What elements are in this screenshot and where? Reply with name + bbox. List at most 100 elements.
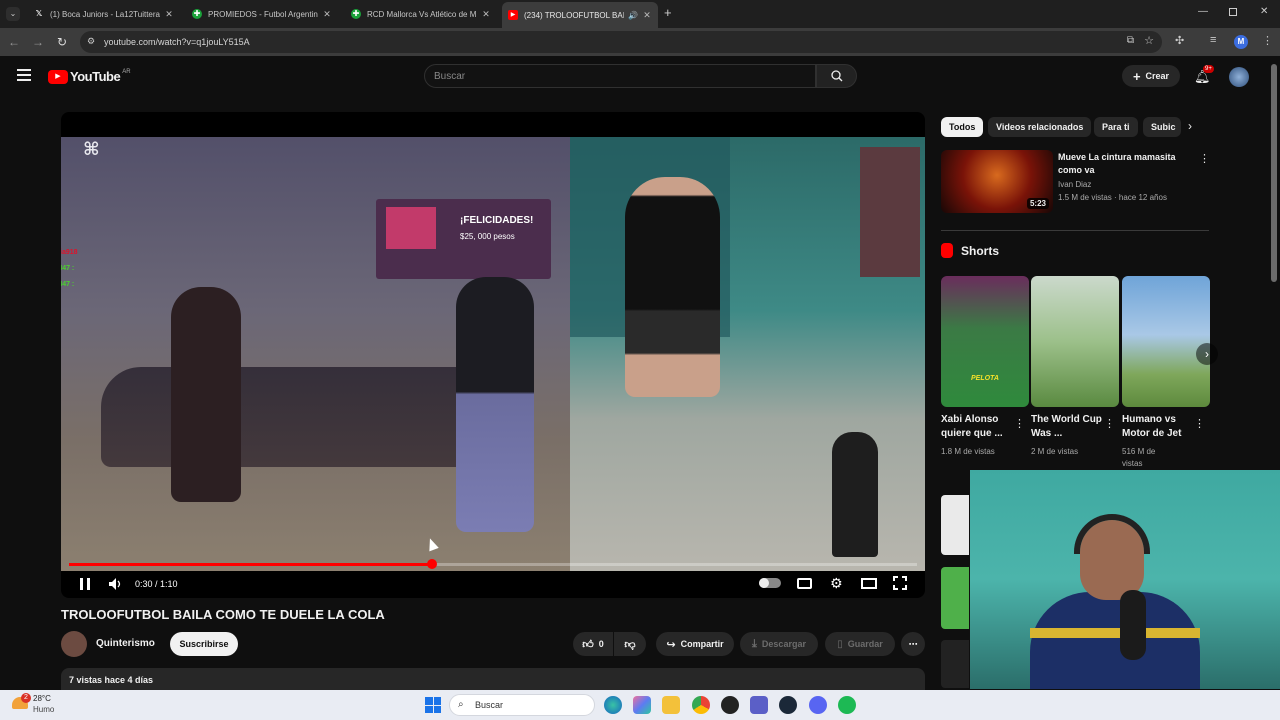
recommended-channel[interactable]: Ivan Diaz <box>1058 179 1091 191</box>
sidebar-thumb-partial[interactable] <box>941 640 969 688</box>
short-title[interactable]: Humano vs Motor de Jet <box>1122 413 1194 441</box>
shorts-next-icon[interactable]: › <box>1196 343 1218 365</box>
chat-user: Angel_ATN47 : <box>61 281 75 288</box>
recommended-title[interactable]: Mueve La cintura mamasita como va <box>1058 151 1193 177</box>
short-views: 516 M de vistas <box>1122 447 1156 468</box>
page-scrollbar[interactable] <box>1271 64 1277 282</box>
close-tab-icon[interactable]: ✕ <box>481 9 491 20</box>
short-title[interactable]: Xabi Alonso quiere que ... <box>941 413 1013 441</box>
more-vert-icon[interactable]: ⋮ <box>1104 417 1115 430</box>
more-vert-icon[interactable]: ⋮ <box>1014 417 1025 430</box>
share-button[interactable]: ↪ Compartir <box>656 632 734 656</box>
chrome-icon[interactable] <box>692 696 710 714</box>
dancer-man <box>625 177 720 397</box>
video-right-panel <box>570 137 925 571</box>
dislike-button[interactable]: 👎︎ <box>614 632 646 656</box>
reading-list-icon[interactable]: ≡ <box>1210 34 1216 46</box>
tab-promiedos[interactable]: ✚ PROMIEDOS - Futbol Argentino ✕ <box>186 4 338 24</box>
volume-icon <box>109 578 121 590</box>
windows-start-icon[interactable] <box>425 697 441 713</box>
subtitles-button[interactable] <box>797 574 812 592</box>
file-explorer-icon[interactable] <box>662 696 680 714</box>
sidebar-thumb-partial[interactable] <box>941 495 969 555</box>
install-app-icon[interactable]: ⧉ <box>1127 35 1134 46</box>
chevron-right-icon[interactable]: › <box>1188 119 1192 133</box>
poster-amount: $25, 000 pesos <box>460 232 515 241</box>
back-icon[interactable]: ← <box>7 35 21 49</box>
tab-youtube-active[interactable]: ▶ (234) TROLOOFUTBOL BAIL 🔊 ✕ <box>502 2 658 28</box>
hamburger-menu-icon[interactable] <box>17 69 31 81</box>
account-avatar[interactable] <box>1229 67 1249 87</box>
notifications-button[interactable]: 🔔︎ 9+ <box>1194 65 1214 86</box>
search-button[interactable] <box>816 64 857 88</box>
sidebar-thumb-partial[interactable] <box>941 567 969 629</box>
chip-para-ti[interactable]: Para ti <box>1094 117 1138 137</box>
bookmark-star-icon[interactable]: ☆ <box>1144 34 1154 47</box>
autoplay-toggle[interactable] <box>759 578 781 588</box>
taskbar-search[interactable]: ⌕ Buscar <box>449 694 595 716</box>
video-player[interactable]: ⌘ ¡FELICIDADES! $25, 000 pesos Quintanre… <box>61 112 925 598</box>
new-tab-icon[interactable]: + <box>664 6 672 20</box>
close-tab-icon[interactable]: ✕ <box>164 9 174 20</box>
short-thumb-label: PELOTA <box>971 375 999 382</box>
settings-button[interactable]: ⚙ <box>830 574 843 592</box>
close-tab-icon[interactable]: ✕ <box>322 9 332 20</box>
speaker-icon[interactable]: 🔊 <box>628 11 638 20</box>
save-label: Guardar <box>847 639 883 649</box>
chip-todos[interactable]: Todos <box>941 117 984 137</box>
restore-icon[interactable] <box>1229 8 1237 16</box>
video-thumbnail[interactable]: 5:23 <box>941 150 1053 213</box>
thumbs-down-icon: 👎︎ <box>624 638 636 651</box>
channel-name[interactable]: Quinterismo <box>96 638 155 649</box>
edge-icon[interactable] <box>604 696 622 714</box>
copilot-icon[interactable] <box>633 696 651 714</box>
forward-icon[interactable]: → <box>31 35 45 49</box>
fullscreen-button[interactable] <box>893 574 907 592</box>
close-window-icon[interactable]: ✕ <box>1260 6 1268 17</box>
more-vert-icon[interactable]: ⋮ <box>1199 152 1210 165</box>
short-title[interactable]: The World Cup Was ... <box>1031 413 1103 441</box>
spotify-icon[interactable] <box>838 696 856 714</box>
browser-menu-icon[interactable]: ⋮ <box>1262 34 1273 47</box>
create-button[interactable]: + Crear <box>1122 65 1180 87</box>
extensions-icon[interactable]: ✣ <box>1175 34 1184 47</box>
poster-badge <box>386 207 436 249</box>
reload-icon[interactable]: ↻ <box>55 35 69 49</box>
short-thumbnail[interactable]: PELOTA <box>941 276 1029 407</box>
chip-subidos[interactable]: Subic <box>1143 117 1181 137</box>
channel-avatar[interactable] <box>61 631 87 657</box>
tab-boca-juniors[interactable]: 𝕏 (1) Boca Juniors - La12Tuittera ✕ <box>28 4 180 24</box>
profile-avatar[interactable]: M <box>1234 35 1248 49</box>
theater-mode-button[interactable] <box>861 574 877 592</box>
chip-videos-relacionados[interactable]: Videos relacionados <box>988 117 1092 137</box>
streamer-jersey <box>1030 592 1200 689</box>
short-thumbnail[interactable] <box>1122 276 1210 407</box>
more-actions-button[interactable]: ⋯ <box>901 632 925 656</box>
short-thumbnail[interactable] <box>1031 276 1119 407</box>
progress-bar[interactable] <box>69 559 917 569</box>
more-horiz-icon: ⋯ <box>908 638 918 649</box>
more-vert-icon[interactable]: ⋮ <box>1194 417 1205 430</box>
minimize-icon[interactable]: — <box>1198 6 1208 17</box>
youtube-logo[interactable]: ▶ YouTube AR <box>48 69 131 84</box>
steam-icon[interactable] <box>779 696 797 714</box>
subscribe-button[interactable]: Suscribirse <box>170 632 238 656</box>
teams-icon[interactable] <box>750 696 768 714</box>
tab-list-dropdown-icon[interactable]: ⌄ <box>6 7 20 21</box>
discord-icon[interactable] <box>809 696 827 714</box>
download-button[interactable]: ⤓ Descargar <box>740 632 818 656</box>
address-bar[interactable]: ⚙ youtube.com/watch?v=q1jouLY515A ⧉ ☆ <box>80 31 1162 53</box>
volume-button[interactable] <box>108 574 122 592</box>
pause-button[interactable] <box>79 574 91 592</box>
description-box[interactable]: 7 vistas hace 4 días <box>61 668 925 692</box>
recommended-video[interactable]: 5:23 Mueve La cintura mamasita como va I… <box>941 150 1210 216</box>
player-controls: 0:30 / 1:10 ⚙ <box>61 568 925 598</box>
save-button[interactable]: ▯ Guardar <box>825 632 895 656</box>
app-icon[interactable] <box>721 696 739 714</box>
search-input[interactable]: Buscar <box>424 64 816 88</box>
site-info-icon[interactable]: ⚙ <box>87 36 95 47</box>
close-tab-icon[interactable]: ✕ <box>642 10 652 21</box>
notification-badge: 9+ <box>1203 65 1214 73</box>
like-button[interactable]: 👍︎ 0 <box>573 632 613 656</box>
tab-mallorca[interactable]: ✚ RCD Mallorca Vs Atlético de M ✕ <box>345 4 497 24</box>
